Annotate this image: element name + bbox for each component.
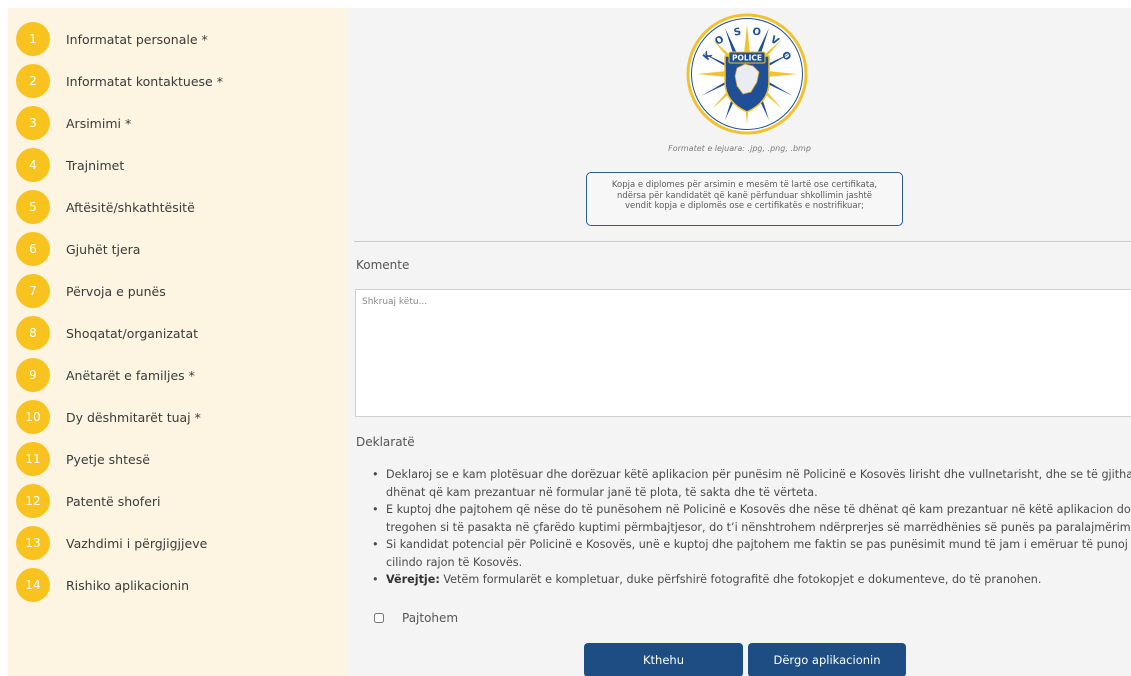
declaration-line: Deklaroj se e kam plotësuar dhe dorëzuar… — [386, 468, 1131, 481]
step-label: Informatat kontaktuese * — [66, 73, 223, 89]
info-line: Kopja e diplomes për arsimin e mesëm të … — [611, 180, 878, 190]
application-form: POLICE K O S O V O Formatet e lejuara: .… — [348, 8, 1131, 676]
send-application-button[interactable]: Dërgo aplikacionin — [748, 643, 906, 676]
comments-textarea[interactable] — [355, 289, 1131, 417]
agree-checkbox-row[interactable]: Pajtohem — [374, 611, 458, 625]
declaration-line: E kuptoj dhe pajtohem që nëse do të punë… — [386, 503, 1131, 516]
kosovo-police-logo: POLICE K O S O V O — [686, 13, 808, 135]
step-number: 10 — [16, 400, 50, 434]
step-label: Trajnimet — [66, 157, 125, 173]
step-label: Pyetje shtesë — [66, 451, 150, 467]
step-number: 5 — [16, 190, 50, 224]
step-number: 9 — [16, 358, 50, 392]
agree-checkbox[interactable] — [374, 613, 384, 623]
step-label: Vazhdimi i përgjigjjeve — [66, 535, 208, 551]
declaration-line: Si kandidat potencial për Policinë e Kos… — [386, 538, 1131, 551]
step-6[interactable]: 6 Gjuhët tjera — [16, 231, 140, 267]
step-number: 3 — [16, 106, 50, 140]
document-info-box: Kopja e diplomes për arsimin e mesëm të … — [586, 172, 903, 226]
step-label: Përvoja e punës — [66, 283, 166, 299]
step-number: 12 — [16, 484, 50, 518]
step-label: Gjuhët tjera — [66, 241, 141, 257]
declaration-item: Deklaroj se e kam plotësuar dhe dorëzuar… — [356, 466, 1131, 501]
info-line: ndërsa për kandidatët që kanë përfunduar… — [616, 190, 873, 201]
step-13[interactable]: 13 Vazhdimi i përgjigjjeve — [16, 525, 207, 561]
step-number: 6 — [16, 232, 50, 266]
step-8[interactable]: 8 Shoqatat/organizatat — [16, 315, 198, 351]
step-7[interactable]: 7 Përvoja e punës — [16, 273, 166, 309]
step-label: Arsimimi * — [66, 115, 132, 131]
step-11[interactable]: 11 Pyetje shtesë — [16, 441, 150, 477]
logo-banner: POLICE — [732, 54, 762, 63]
back-button[interactable]: Kthehu — [584, 643, 743, 676]
step-10[interactable]: 10 Dy dëshmitarët tuaj * — [16, 399, 201, 435]
step-number: 7 — [16, 274, 50, 308]
step-label: Dy dëshmitarët tuaj * — [66, 409, 201, 425]
step-3[interactable]: 3 Arsimimi * — [16, 105, 131, 141]
note-text: Vetëm formularët e kompletuar, duke përf… — [439, 573, 1042, 586]
declaration-item: E kuptoj dhe pajtohem që nëse do të punë… — [356, 501, 1131, 536]
step-5[interactable]: 5 Aftësitë/shkathtësitë — [16, 189, 195, 225]
step-number: 1 — [16, 22, 50, 56]
step-2[interactable]: 2 Informatat kontaktuese * — [16, 63, 223, 99]
step-9[interactable]: 9 Anëtarët e familjes * — [16, 357, 195, 393]
step-label: Anëtarët e familjes * — [66, 367, 195, 383]
declaration-list: Deklaroj se e kam plotësuar dhe dorëzuar… — [356, 466, 1131, 589]
step-4[interactable]: 4 Trajnimet — [16, 147, 124, 183]
step-12[interactable]: 12 Patentë shoferi — [16, 483, 161, 519]
section-divider — [354, 241, 1131, 242]
step-1[interactable]: 1 Informatat personale * — [16, 21, 208, 57]
note-label: Vërejtje: — [386, 573, 440, 586]
step-label: Rishiko aplikacionin — [66, 577, 190, 593]
declaration-line: cilindo rajon të Kosovës. — [386, 555, 523, 569]
agree-label: Pajtohem — [402, 611, 459, 625]
declaration-line: dhënat që kam prezantuar në formular jan… — [386, 485, 818, 499]
declaration-line: tregohen si të pasakta në çfarëdo kuptim… — [386, 520, 1131, 534]
step-label: Patentë shoferi — [66, 493, 161, 509]
step-number: 8 — [16, 316, 50, 350]
step-number: 2 — [16, 64, 50, 98]
declaration-note: Vërejtje: Vetëm formularët e kompletuar,… — [356, 571, 1131, 589]
declaration-item: Si kandidat potencial për Policinë e Kos… — [356, 536, 1131, 571]
step-number: 13 — [16, 526, 50, 560]
allowed-formats-text: Formatet e lejuara: .jpg, .png, .bmp — [668, 144, 811, 153]
step-label: Shoqatat/organizatat — [66, 325, 199, 341]
uploaded-photo-preview[interactable]: POLICE K O S O V O — [685, 12, 809, 144]
step-number: 4 — [16, 148, 50, 182]
step-number: 11 — [16, 442, 50, 476]
steps-sidebar: 1 Informatat personale * 2 Informatat kont… — [8, 8, 348, 676]
step-number: 14 — [16, 568, 50, 602]
declaration-label: Deklaratë — [356, 435, 415, 449]
step-14[interactable]: 14 Rishiko aplikacionin — [16, 567, 189, 603]
step-label: Aftësitë/shkathtësitë — [66, 199, 195, 215]
comments-label: Komente — [356, 258, 410, 272]
step-label: Informatat personale * — [66, 31, 208, 47]
info-line: vendit kopja e diplomës ose e certifikat… — [625, 201, 864, 211]
